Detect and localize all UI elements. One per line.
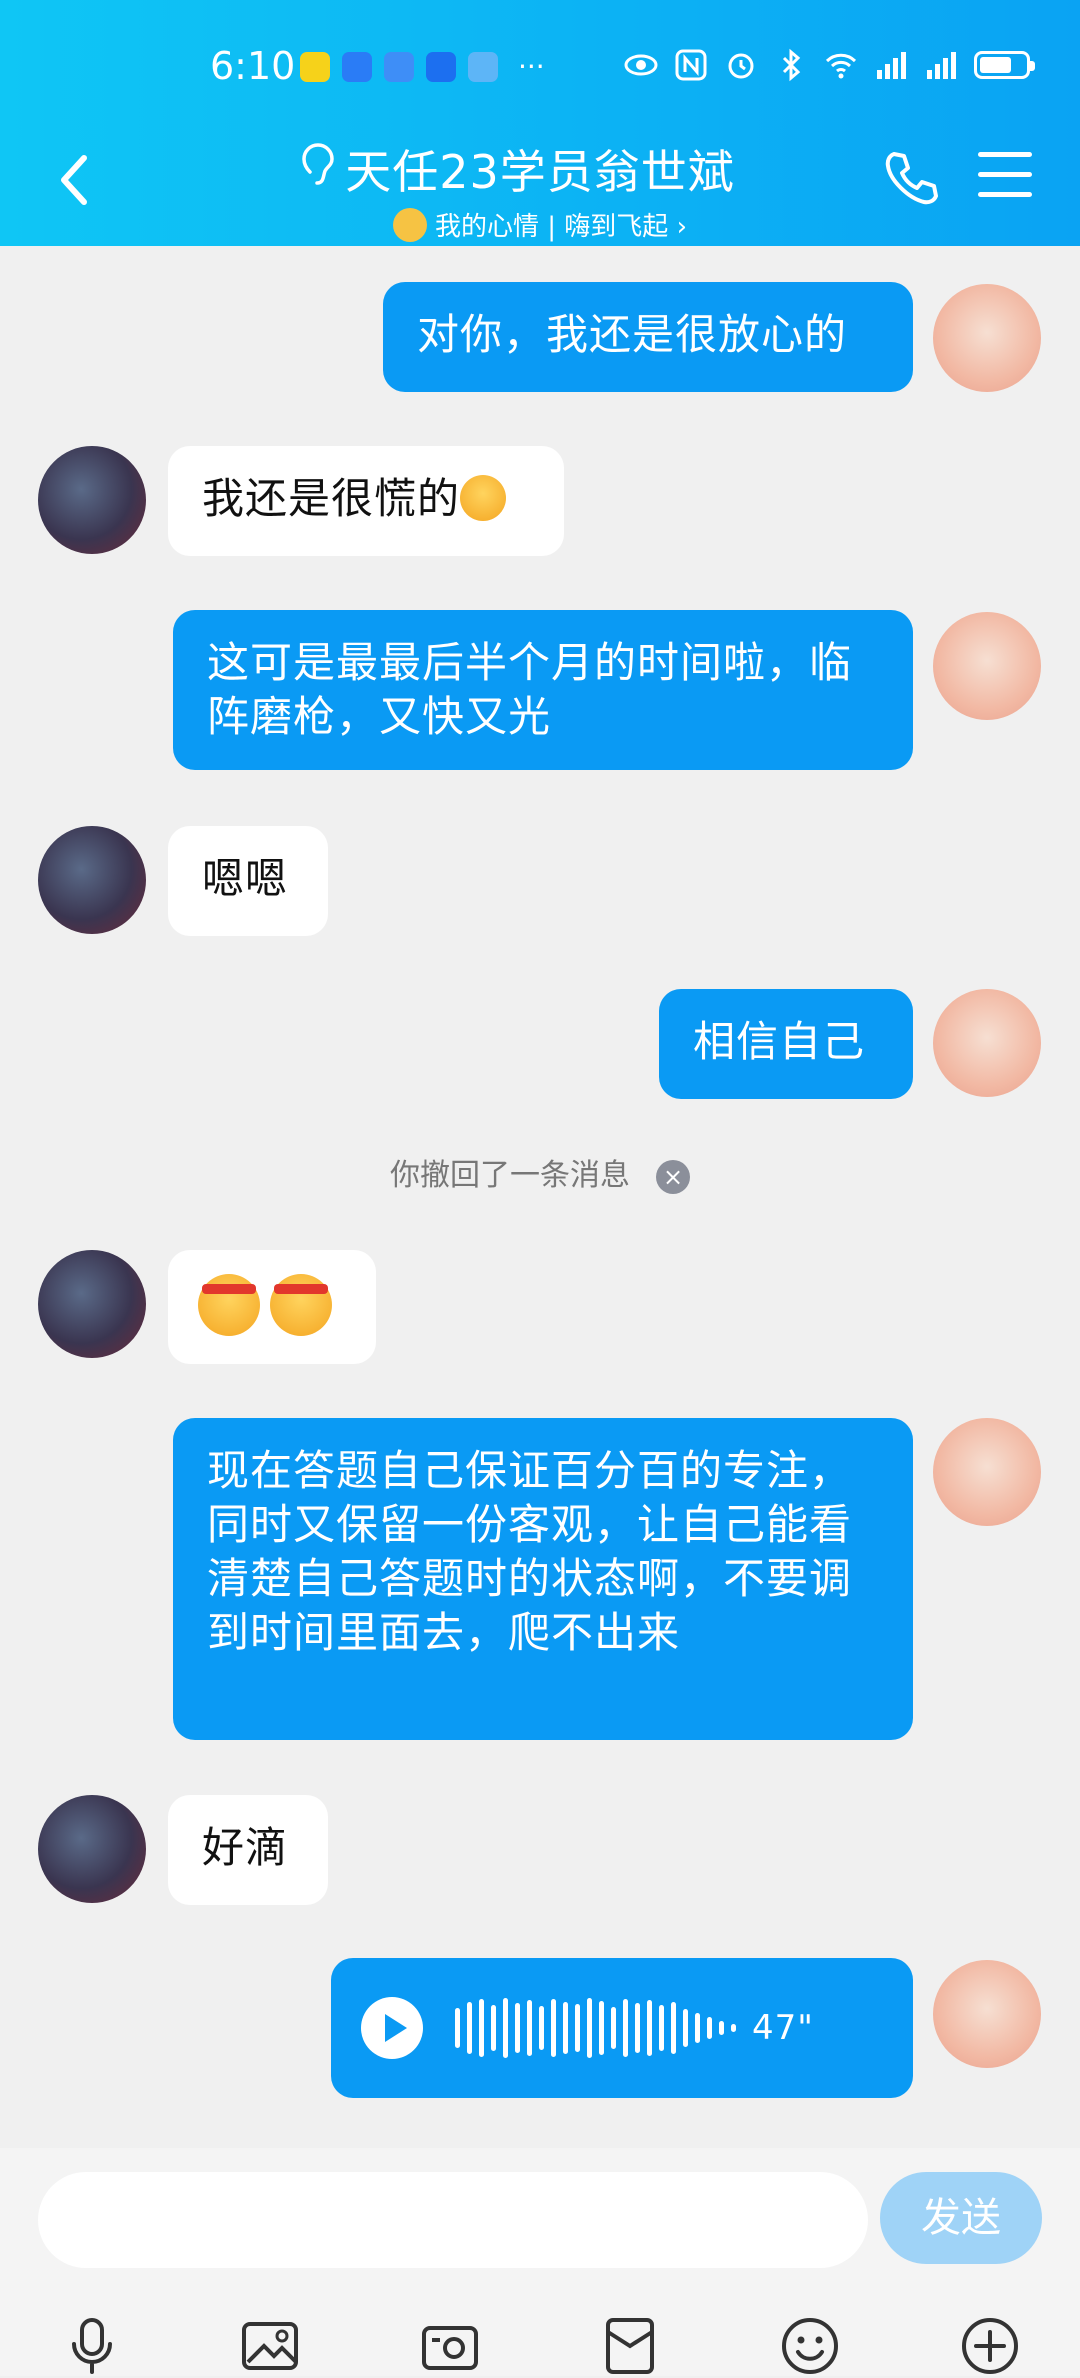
message-bubble-incoming[interactable]: 好滴 — [168, 1795, 328, 1905]
menu-line — [978, 192, 1032, 197]
camera-icon[interactable] — [418, 2314, 482, 2378]
phone-button[interactable] — [880, 148, 940, 208]
voice-row: 47" — [361, 1958, 883, 2098]
menu-button[interactable] — [978, 152, 1032, 202]
contact-avatar[interactable] — [38, 446, 146, 554]
app-notification-icon — [300, 51, 330, 82]
red-packet-icon[interactable] — [598, 2314, 662, 2378]
my-avatar[interactable] — [933, 989, 1041, 1097]
app-notification-icon — [468, 51, 498, 82]
voice-waveform — [455, 1997, 736, 2059]
waveform-bar — [455, 2008, 460, 2048]
play-icon[interactable] — [361, 1997, 423, 2059]
angry-headband-emoji-icon — [198, 1274, 260, 1336]
recall-text: 你撤回了一条消息 — [390, 1158, 630, 1193]
waveform-bar — [623, 1999, 628, 2057]
waveform-bar — [635, 2003, 640, 2053]
send-button[interactable]: 发送 — [880, 2172, 1042, 2264]
nfc-icon — [675, 49, 707, 81]
my-avatar[interactable] — [933, 612, 1041, 720]
waveform-bar — [731, 2024, 736, 2032]
app-notification-icon — [384, 51, 414, 82]
message-bubble-incoming[interactable] — [168, 1250, 376, 1364]
waveform-bar — [659, 2005, 664, 2051]
status-right — [624, 48, 1035, 82]
message-bubble-outgoing[interactable]: 相信自己 — [659, 989, 913, 1099]
voice-message[interactable]: 47" — [331, 1958, 913, 2098]
ear-icon — [302, 143, 334, 185]
contact-avatar[interactable] — [38, 1795, 146, 1903]
plus-icon[interactable] — [958, 2314, 1022, 2378]
contact-avatar[interactable] — [38, 826, 146, 934]
waveform-bar — [707, 2017, 712, 2039]
my-avatar[interactable] — [933, 1960, 1041, 2068]
waveform-bar — [683, 2009, 688, 2047]
message-bubble-outgoing[interactable]: 这可是最最后半个月的时间啦，临阵磨枪，又快又光 — [173, 610, 913, 770]
battery-icon — [974, 51, 1035, 79]
waveform-bar — [551, 1999, 556, 2057]
waveform-bar — [695, 2013, 700, 2043]
back-button[interactable] — [50, 150, 100, 210]
menu-line — [978, 152, 1032, 157]
voice-duration: 47" — [752, 2008, 814, 2048]
mood-text: 我的心情 | 嗨到飞起 › — [435, 212, 687, 242]
my-avatar[interactable] — [933, 284, 1041, 392]
waveform-bar — [539, 2006, 544, 2050]
signal-icon — [877, 52, 906, 79]
contact-name: 天任23学员翁世斌 — [345, 145, 735, 199]
message-bubble-outgoing[interactable]: 现在答题自己保证百分百的专注，同时又保留一份客观，让自己能看清楚自己答题时的状态… — [173, 1418, 913, 1740]
eye-icon — [624, 54, 658, 76]
dismiss-recall-icon[interactable]: × — [656, 1159, 690, 1194]
waveform-bar — [515, 2003, 520, 2053]
waveform-bar — [575, 2004, 580, 2052]
chat-title-area[interactable]: 天任23学员翁世斌 我的心情 | 嗨到飞起 › — [300, 136, 780, 243]
input-bar: 发送 — [0, 2148, 1080, 2376]
emoji-icon[interactable] — [778, 2314, 842, 2378]
mic-icon[interactable] — [60, 2314, 124, 2378]
waveform-bar — [671, 2002, 676, 2054]
status-more: ··· — [518, 50, 545, 83]
signal-icon — [927, 52, 956, 79]
status-time: 6:10 — [210, 44, 296, 88]
waveform-bar — [527, 2000, 532, 2056]
angry-headband-emoji-icon — [270, 1274, 332, 1336]
message-bubble-outgoing[interactable]: 对你，我还是很放心的 — [383, 282, 913, 392]
waveform-bar — [503, 1998, 508, 2058]
chat-header: 6:10 ··· 天任23学员翁世斌 我的心情 | 嗨到飞起 › — [0, 0, 1080, 246]
alarm-icon — [728, 53, 754, 79]
message-bubble-incoming[interactable]: 我还是很慌的 — [168, 446, 564, 556]
app-notification-icon — [426, 51, 456, 82]
waveform-bar — [719, 2021, 724, 2035]
waveform-bar — [563, 2002, 568, 2054]
recall-notice: 你撤回了一条消息 × — [0, 1150, 1080, 1194]
battery-level — [980, 57, 1011, 73]
wifi-icon — [825, 53, 857, 79]
image-icon[interactable] — [238, 2314, 302, 2378]
waveform-bar — [479, 1999, 484, 2057]
app-notification-icon — [342, 51, 372, 82]
menu-line — [978, 172, 1032, 177]
message-input[interactable] — [38, 2172, 868, 2268]
message-text: 我还是很慌的 — [202, 474, 461, 523]
my-avatar[interactable] — [933, 1418, 1041, 1526]
mood-status[interactable]: 我的心情 | 嗨到飞起 › — [300, 206, 780, 243]
waveform-bar — [647, 2000, 652, 2056]
waveform-bar — [599, 2001, 604, 2055]
waveform-bar — [587, 1998, 592, 2058]
waveform-bar — [491, 2005, 496, 2051]
status-app-icons: ··· — [300, 50, 545, 83]
laugh-emoji-icon — [460, 475, 507, 521]
contact-avatar[interactable] — [38, 1250, 146, 1358]
waveform-bar — [611, 2007, 616, 2049]
bluetooth-icon — [782, 48, 801, 82]
sun-mood-icon — [393, 207, 428, 242]
message-bubble-incoming[interactable]: 嗯嗯 — [168, 826, 328, 936]
waveform-bar — [467, 2002, 472, 2054]
